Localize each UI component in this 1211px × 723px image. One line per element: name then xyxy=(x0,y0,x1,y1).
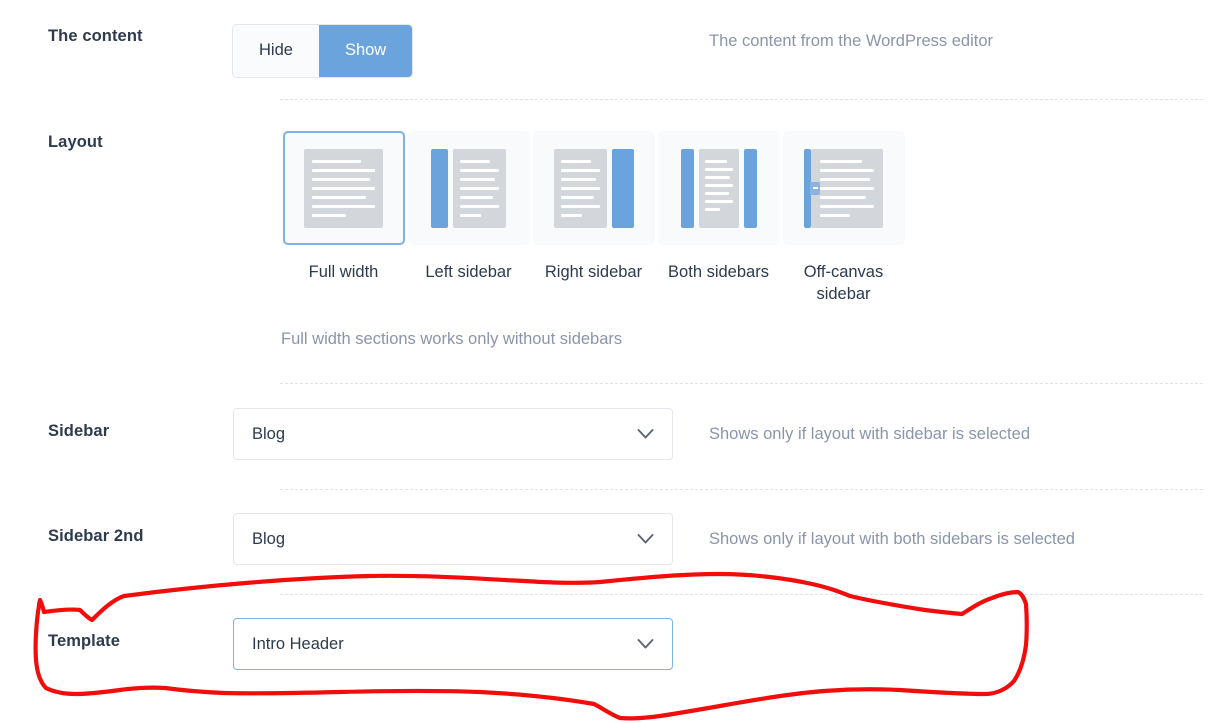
row-sidebar: Sidebar Blog Shows only if layout with s… xyxy=(0,408,1211,460)
row-sidebar-2nd: Sidebar 2nd Blog Shows only if layout wi… xyxy=(0,513,1211,565)
sidebar-select-wrap[interactable]: Blog xyxy=(233,408,673,460)
layout-option-right-sidebar[interactable]: Right sidebar xyxy=(531,131,656,306)
row-label-sidebar-2nd: Sidebar 2nd xyxy=(48,527,144,545)
offcanvas-handle-arrow-icon xyxy=(810,181,820,195)
template-select-control: Intro Header xyxy=(233,618,673,670)
layout-label-both-sidebars[interactable]: Both sidebars xyxy=(664,262,774,284)
row-help-sidebar-2nd: Shows only if layout with both sidebars … xyxy=(709,530,1075,548)
divider-3 xyxy=(280,489,1203,490)
layout-label-right-sidebar[interactable]: Right sidebar xyxy=(539,262,649,284)
layout-thumb-right-sidebar[interactable] xyxy=(532,131,655,245)
sidebar-2nd-select[interactable]: Blog xyxy=(233,513,673,565)
sidebar-select-control: Blog xyxy=(233,408,673,460)
divider-1 xyxy=(280,99,1203,100)
layout-thumb-left-sidebar[interactable] xyxy=(407,131,530,245)
sidebar-bar-right xyxy=(611,148,634,228)
sidebar-select[interactable]: Blog xyxy=(233,408,673,460)
template-select-wrap[interactable]: Intro Header xyxy=(233,618,673,670)
doc-preview-left-sidebar xyxy=(453,148,506,228)
layout-thumb-off-canvas-sidebar[interactable] xyxy=(782,131,905,245)
layout-label-full-width[interactable]: Full width xyxy=(289,262,399,284)
row-template: Template Intro Header xyxy=(0,618,1211,670)
doc-preview-full-width xyxy=(304,148,383,228)
settings-panel: The content Hide Show The content from t… xyxy=(0,0,1211,723)
layout-thumbnail-list: Full width Left sidebar Right sidebar Bo… xyxy=(281,131,906,306)
layout-option-left-sidebar[interactable]: Left sidebar xyxy=(406,131,531,306)
layout-options-area: Full width Left sidebar Right sidebar Bo… xyxy=(281,131,906,349)
layout-option-off-canvas-sidebar[interactable]: Off-canvas sidebar xyxy=(781,131,906,306)
row-help-layout: Full width sections works only without s… xyxy=(281,329,623,348)
row-help-sidebar: Shows only if layout with sidebar is sel… xyxy=(709,425,1030,443)
sidebar-bar-left xyxy=(680,148,694,228)
row-the-content: The content Hide Show The content from t… xyxy=(0,25,1211,77)
layout-option-both-sidebars[interactable]: Both sidebars xyxy=(656,131,781,306)
doc-preview-off-canvas xyxy=(811,148,883,228)
layout-thumb-full-width[interactable] xyxy=(282,131,405,245)
layout-thumb-both-sidebars[interactable] xyxy=(657,131,780,245)
row-label-sidebar: Sidebar xyxy=(48,422,110,440)
sidebar-bar-left xyxy=(431,148,448,228)
template-select[interactable]: Intro Header xyxy=(233,618,673,670)
layout-option-full-width[interactable]: Full width xyxy=(281,131,406,306)
content-visibility-toggle-group[interactable]: Hide Show xyxy=(233,25,413,77)
sidebar-2nd-select-wrap[interactable]: Blog xyxy=(233,513,673,565)
content-hide-button[interactable]: Hide xyxy=(233,25,319,77)
sidebar-bar-right xyxy=(743,148,757,228)
row-help-the-content: The content from the WordPress editor xyxy=(709,32,993,50)
divider-2 xyxy=(280,383,1203,384)
layout-label-left-sidebar[interactable]: Left sidebar xyxy=(414,262,524,284)
doc-preview-both-sidebars xyxy=(698,148,739,228)
layout-label-off-canvas-sidebar[interactable]: Off-canvas sidebar xyxy=(789,262,899,306)
row-label-template: Template xyxy=(48,632,121,650)
divider-4 xyxy=(280,594,1203,595)
sidebar-2nd-select-control: Blog xyxy=(233,513,673,565)
content-toggle-control: Hide Show xyxy=(233,25,673,77)
row-label-the-content: The content xyxy=(48,27,143,45)
off-canvas-stage xyxy=(804,148,883,228)
row-label-layout: Layout xyxy=(48,133,103,151)
doc-preview-right-sidebar xyxy=(553,148,607,228)
content-show-button[interactable]: Show xyxy=(318,25,413,77)
red-handdrawn-highlight-loop xyxy=(33,571,1029,721)
